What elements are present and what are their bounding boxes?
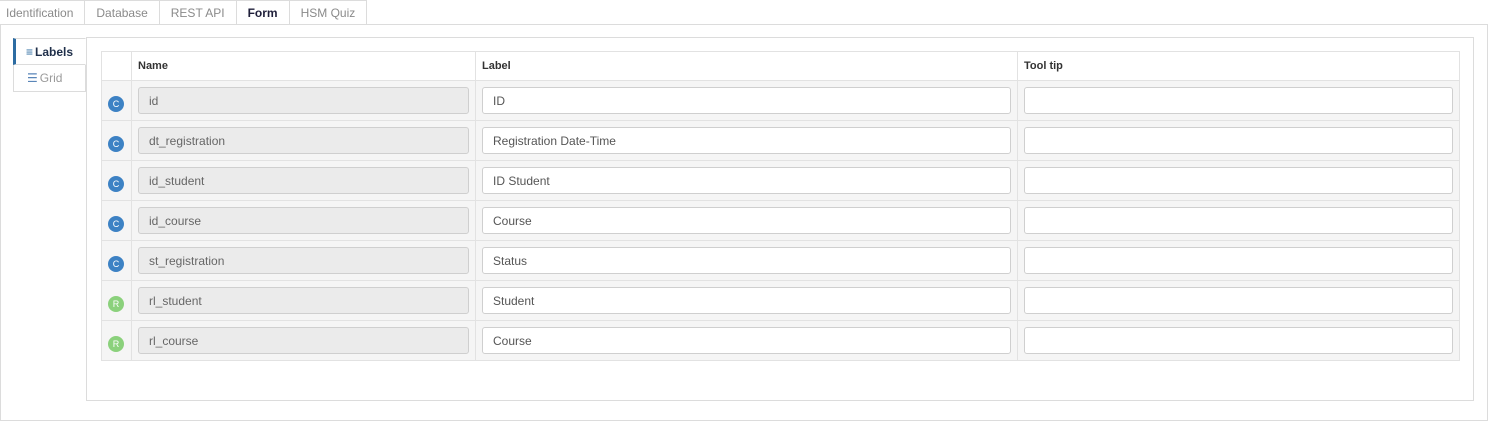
table-body: C C C C C R R: [101, 80, 1460, 361]
table-row: R: [101, 280, 1460, 321]
column-type-badge: C: [108, 255, 124, 272]
name-cell: [131, 160, 476, 201]
side-nav-labels[interactable]: ≡ Labels: [13, 38, 86, 65]
name-cell: [131, 200, 476, 241]
label-cell: [475, 240, 1018, 281]
tooltip-field[interactable]: [1024, 167, 1453, 194]
type-cell: R: [101, 320, 132, 361]
tab-identification[interactable]: Identification: [0, 0, 85, 25]
label-field[interactable]: [482, 327, 1011, 354]
side-nav-grid[interactable]: ☰ Grid: [13, 65, 86, 92]
name-field: [138, 167, 469, 194]
name-cell: [131, 240, 476, 281]
tooltip-cell: [1017, 80, 1460, 121]
column-type-badge: C: [108, 175, 124, 192]
column-type-badge: C: [108, 135, 124, 152]
table-row: C: [101, 80, 1460, 121]
table-row: C: [101, 200, 1460, 241]
tooltip-field[interactable]: [1024, 87, 1453, 114]
side-nav-grid-label: Grid: [39, 71, 63, 85]
tab-bar: Identification Database REST API Form HS…: [0, 0, 368, 25]
label-cell: [475, 120, 1018, 161]
label-field[interactable]: [482, 87, 1011, 114]
tooltip-column-header: Tool tip: [1017, 51, 1460, 81]
tab-form[interactable]: Form: [235, 0, 289, 25]
name-field: [138, 247, 469, 274]
table-row: C: [101, 240, 1460, 281]
labels-panel: Name Label Tool tip C C C C C R R: [86, 37, 1474, 401]
label-field[interactable]: [482, 247, 1011, 274]
name-field: [138, 327, 469, 354]
table-row: C: [101, 120, 1460, 161]
table-header-row: Name Label Tool tip: [101, 51, 1460, 81]
label-cell: [475, 200, 1018, 241]
label-field[interactable]: [482, 287, 1011, 314]
tooltip-cell: [1017, 280, 1460, 321]
label-field[interactable]: [482, 167, 1011, 194]
tooltip-field[interactable]: [1024, 207, 1453, 234]
tooltip-cell: [1017, 320, 1460, 361]
type-cell: C: [101, 160, 132, 201]
relation-type-badge: R: [108, 295, 124, 312]
name-field: [138, 127, 469, 154]
label-field[interactable]: [482, 207, 1011, 234]
tooltip-cell: [1017, 240, 1460, 281]
tooltip-field[interactable]: [1024, 127, 1453, 154]
labels-table: Name Label Tool tip C C C C C R R: [101, 51, 1460, 361]
tooltip-field[interactable]: [1024, 247, 1453, 274]
label-field[interactable]: [482, 127, 1011, 154]
label-cell: [475, 80, 1018, 121]
table-row: C: [101, 160, 1460, 201]
type-cell: C: [101, 240, 132, 281]
type-column-header: [101, 51, 132, 81]
label-cell: [475, 160, 1018, 201]
tooltip-field[interactable]: [1024, 287, 1453, 314]
tooltip-field[interactable]: [1024, 327, 1453, 354]
side-nav: ≡ Labels ☰ Grid: [13, 38, 86, 92]
table-row: R: [101, 320, 1460, 361]
relation-type-badge: R: [108, 335, 124, 352]
tooltip-cell: [1017, 120, 1460, 161]
label-column-header: Label: [475, 51, 1018, 81]
list-icon: ≡: [26, 44, 34, 59]
tab-database[interactable]: Database: [84, 0, 159, 25]
type-cell: R: [101, 280, 132, 321]
label-cell: [475, 280, 1018, 321]
label-cell: [475, 320, 1018, 361]
name-cell: [131, 80, 476, 121]
type-cell: C: [101, 200, 132, 241]
name-field: [138, 87, 469, 114]
name-cell: [131, 320, 476, 361]
tooltip-cell: [1017, 200, 1460, 241]
name-column-header: Name: [131, 51, 476, 81]
type-cell: C: [101, 80, 132, 121]
tab-rest-api[interactable]: REST API: [158, 0, 236, 25]
column-type-badge: C: [108, 95, 124, 112]
name-cell: [131, 280, 476, 321]
name-field: [138, 207, 469, 234]
grid-list-icon: ☰: [27, 71, 38, 85]
tooltip-cell: [1017, 160, 1460, 201]
name-cell: [131, 120, 476, 161]
column-type-badge: C: [108, 215, 124, 232]
type-cell: C: [101, 120, 132, 161]
side-nav-labels-label: Labels: [35, 44, 74, 59]
name-field: [138, 287, 469, 314]
tab-hsm-quiz[interactable]: HSM Quiz: [288, 0, 368, 25]
